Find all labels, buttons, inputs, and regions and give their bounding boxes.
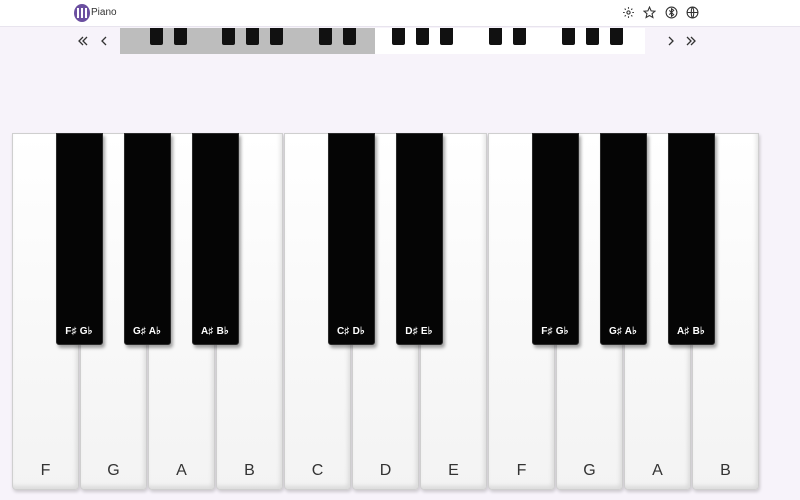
- black-key-label: F♯ G♭: [541, 326, 569, 337]
- black-key[interactable]: F♯ G♭: [531, 133, 579, 345]
- black-key-label: G♯ A♭: [608, 326, 638, 337]
- keyboard-overview[interactable]: [120, 28, 645, 54]
- mini-black-key: [586, 28, 599, 45]
- mini-black-key: [489, 28, 502, 45]
- white-key-label: G: [107, 462, 120, 479]
- white-key-label: D: [379, 462, 392, 479]
- mini-black-key: [222, 28, 235, 45]
- black-key-label: A♯ B♭: [201, 326, 229, 337]
- black-key[interactable]: F♯ G♭: [55, 133, 103, 345]
- black-key-label: F♯ G♭: [65, 326, 93, 337]
- black-key-label: C♯ D♭: [337, 326, 365, 337]
- mini-black-key: [610, 28, 623, 45]
- double-chevron-left-icon[interactable]: [76, 34, 90, 48]
- globe-icon[interactable]: [684, 4, 700, 20]
- mini-black-key: [513, 28, 526, 45]
- white-key-label: C: [311, 462, 324, 479]
- mini-black-key: [150, 28, 163, 45]
- piano-keyboard: F G A B C D E F G A B F♯ G♭ G♯ A♭ A♯ B♭ C♯ D♭ D♯ E♭ F♯ G…: [12, 133, 762, 490]
- white-key-label: B: [720, 462, 731, 479]
- white-key-label: F: [40, 462, 51, 479]
- piano-icon: [74, 4, 90, 22]
- chevron-right-icon[interactable]: [664, 34, 678, 48]
- mini-black-key: [416, 28, 429, 45]
- black-key[interactable]: G♯ A♭: [123, 133, 171, 345]
- mini-black-key: [270, 28, 283, 45]
- white-key-label: B: [244, 462, 255, 479]
- black-key-label: G♯ A♭: [132, 326, 162, 337]
- mini-black-key: [392, 28, 405, 45]
- mini-black-key: [319, 28, 332, 45]
- black-key[interactable]: D♯ E♭: [395, 133, 443, 345]
- mini-black-key: [246, 28, 259, 45]
- black-key[interactable]: A♯ B♭: [667, 133, 715, 345]
- mini-black-key: [440, 28, 453, 45]
- black-key-label: D♯ E♭: [405, 326, 433, 337]
- white-key-label: A: [652, 462, 663, 479]
- white-key-label: F: [516, 462, 527, 479]
- app-title: Piano: [91, 7, 117, 18]
- black-key[interactable]: A♯ B♭: [191, 133, 239, 345]
- white-key-label: A: [176, 462, 187, 479]
- top-bar: Piano: [0, 0, 800, 27]
- bluetooth-icon[interactable]: [663, 4, 679, 20]
- star-icon[interactable]: [641, 4, 657, 20]
- black-key-label: A♯ B♭: [677, 326, 705, 337]
- mini-black-key: [343, 28, 356, 45]
- mini-black-key: [174, 28, 187, 45]
- white-key-label: G: [583, 462, 596, 479]
- white-key-label: E: [448, 462, 459, 479]
- black-key[interactable]: C♯ D♭: [327, 133, 375, 345]
- mini-black-key: [562, 28, 575, 45]
- black-key[interactable]: G♯ A♭: [599, 133, 647, 345]
- settings-icon[interactable]: [620, 4, 636, 20]
- double-chevron-right-icon[interactable]: [684, 34, 698, 48]
- chevron-left-icon[interactable]: [97, 34, 111, 48]
